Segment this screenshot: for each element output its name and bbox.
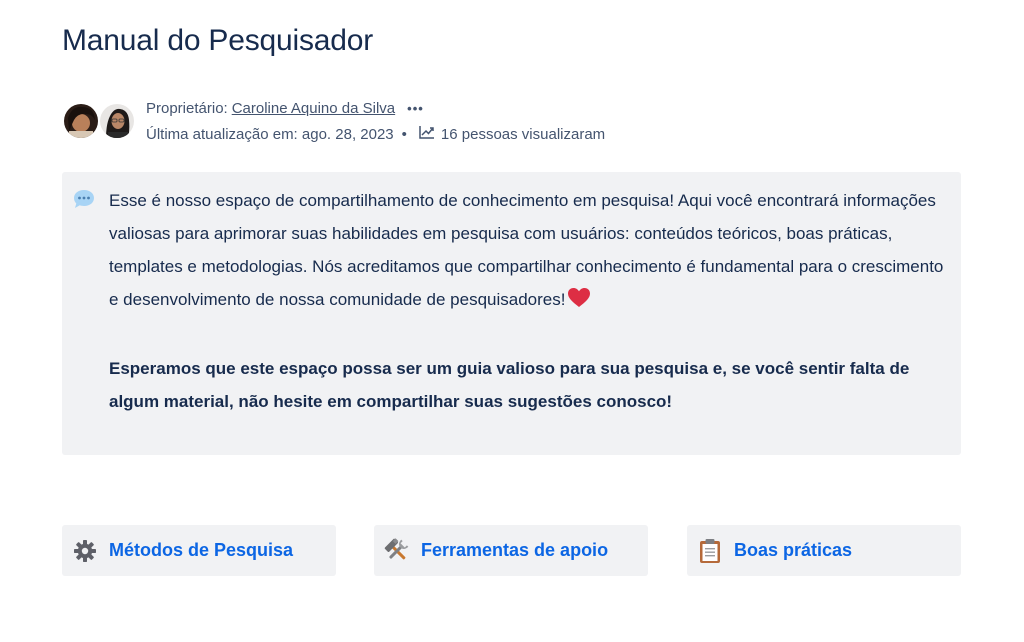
speech-bubble-icon (72, 188, 96, 215)
heart-icon (567, 286, 591, 319)
more-actions-icon[interactable]: ••• (407, 96, 424, 122)
card-label[interactable]: Boas práticas (734, 540, 852, 561)
avatar[interactable] (98, 102, 136, 140)
card-boas-praticas[interactable]: Boas práticas (687, 525, 961, 576)
card-metodos-de-pesquisa[interactable]: Métodos de Pesquisa (62, 525, 336, 576)
card-ferramentas-de-apoio[interactable]: Ferramentas de apoio (374, 525, 648, 576)
last-updated-text[interactable]: Última atualização em: ago. 28, 2023 (146, 122, 394, 148)
info-panel-content: Esse é nosso espaço de compartilhamento … (109, 184, 949, 418)
page-title: Manual do Pesquisador (62, 24, 374, 57)
contributors-avatars[interactable] (62, 102, 138, 142)
card-label[interactable]: Ferramentas de apoio (421, 540, 608, 561)
card-label[interactable]: Métodos de Pesquisa (109, 540, 293, 561)
owner-link[interactable]: Caroline Aquino da Silva (232, 96, 395, 122)
gear-icon (72, 538, 98, 564)
views-count-text[interactable]: 16 pessoas visualizaram (441, 122, 605, 148)
intro-paragraph: Esse é nosso espaço de compartilhamento … (109, 184, 949, 319)
byline-details: Proprietário: Caroline Aquino da Silva •… (146, 96, 605, 148)
intro-text: Esse é nosso espaço de compartilhamento … (109, 191, 944, 309)
chart-trend-icon[interactable] (419, 122, 435, 148)
section-links: Métodos de Pesquisa Ferramentas de apoio (62, 525, 962, 577)
confluence-page: Manual do Pesquisador Proprietário: Caro… (0, 0, 1024, 642)
avatar[interactable] (62, 102, 100, 140)
page-byline: Proprietário: Caroline Aquino da Silva •… (62, 96, 762, 148)
separator-dot: • (401, 126, 407, 143)
clipboard-icon (697, 538, 723, 564)
owner-label: Proprietário: (146, 100, 228, 117)
owner-row: Proprietário: Caroline Aquino da Silva •… (146, 96, 605, 122)
updated-row: Última atualização em: ago. 28, 2023 • 1… (146, 122, 605, 148)
info-panel: Esse é nosso espaço de compartilhamento … (62, 172, 961, 455)
hammer-wrench-icon (384, 537, 410, 564)
closing-paragraph: Esperamos que este espaço possa ser um g… (109, 359, 910, 411)
